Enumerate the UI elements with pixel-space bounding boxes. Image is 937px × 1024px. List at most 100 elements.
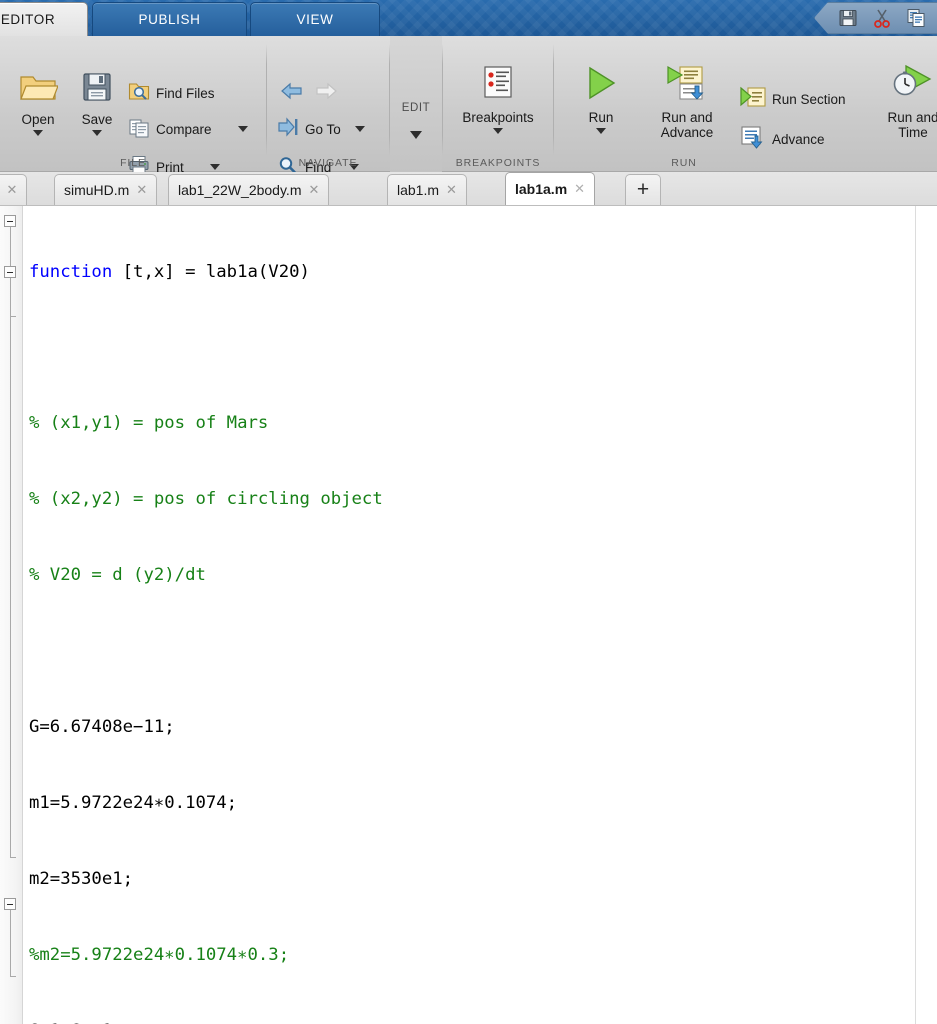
- copy-icon[interactable]: [905, 7, 927, 29]
- code-line[interactable]: [23, 639, 85, 664]
- arrow-right-icon: [313, 81, 339, 106]
- code-line[interactable]: %m2=5.9722e24∗0.1074∗0.3;: [23, 943, 85, 968]
- close-icon[interactable]: ✕: [446, 182, 457, 198]
- ribbon-group-run: Run Run and: [554, 36, 937, 172]
- ribbon-group-run-label: RUN: [554, 157, 814, 169]
- ribbon-group-breakpoints: Breakpoints BREAKPOINTS: [443, 36, 553, 172]
- file-tab-label: lab1a.m: [515, 181, 567, 197]
- fold-range-end: [10, 976, 16, 977]
- chevron-down-icon[interactable]: [92, 130, 102, 136]
- go-to-button[interactable]: Go To: [277, 116, 365, 142]
- chevron-down-icon[interactable]: [238, 126, 248, 132]
- floppy-disk-icon: [80, 70, 114, 109]
- compare-label: Compare: [156, 122, 212, 137]
- run-button[interactable]: Run: [570, 64, 632, 134]
- code-line[interactable]: % (x2,y2) = pos of circling object: [23, 487, 85, 512]
- file-tab-label: lab1_22W_2body.m: [178, 182, 301, 198]
- code-token-comment: % (x1,y1) = pos of Mars: [29, 411, 268, 436]
- fold-range-end: [10, 316, 16, 317]
- fold-toggle-function-lab1a[interactable]: [4, 215, 16, 227]
- ribbon-group-navigate: Go To Find NAVIGATE: [267, 36, 389, 172]
- ribbon-group-edit[interactable]: EDIT: [390, 36, 442, 172]
- ribbon-group-navigate-label: NAVIGATE: [267, 157, 389, 169]
- folder-open-icon: [18, 70, 58, 109]
- ribbon-tab-view-label: VIEW: [297, 12, 334, 27]
- save-button[interactable]: Save: [68, 70, 126, 136]
- fold-toggle-comment-block[interactable]: [4, 266, 16, 278]
- fold-range-end: [10, 857, 16, 858]
- run-and-time-button[interactable]: Run and Time: [865, 64, 937, 140]
- code-line[interactable]: m2=3530e1;: [23, 867, 85, 892]
- right-margin-indicator: [915, 206, 916, 1024]
- breakpoints-button[interactable]: Breakpoints: [443, 64, 553, 134]
- ribbon-group-file-label: FILE: [0, 157, 266, 169]
- run-and-advance-icon: [666, 64, 708, 107]
- find-files-button[interactable]: Find Files: [128, 80, 215, 106]
- forward-button[interactable]: [313, 80, 339, 106]
- compare-icon: [128, 116, 150, 143]
- code-line[interactable]: function [t,x] = lab1a(V20): [23, 260, 85, 285]
- open-button[interactable]: Open: [8, 70, 68, 136]
- file-tab-simuhd[interactable]: simuHD.m ✕: [54, 174, 157, 205]
- code-line[interactable]: % V20 = d (y2)/dt: [23, 563, 85, 588]
- run-and-advance-label: Run and Advance: [661, 110, 714, 140]
- code-token-comment: % (x2,y2) = pos of circling object: [29, 487, 383, 512]
- fold-range-line: [10, 227, 11, 857]
- code-line[interactable]: [23, 335, 85, 360]
- save-icon[interactable]: [837, 7, 859, 29]
- close-icon[interactable]: ✕: [574, 181, 585, 197]
- go-to-label: Go To: [305, 122, 341, 137]
- chevron-down-icon[interactable]: [355, 126, 365, 132]
- ribbon-tab-view[interactable]: VIEW: [250, 2, 380, 36]
- ribbon-tab-strip: EDITOR PUBLISH VIEW: [0, 0, 937, 36]
- advance-button[interactable]: Advance: [740, 126, 825, 152]
- advance-label: Advance: [772, 132, 825, 147]
- cut-icon[interactable]: [871, 7, 893, 29]
- close-icon[interactable]: ✕: [6, 182, 17, 198]
- run-section-label: Run Section: [772, 92, 846, 107]
- file-tab-lab1-22w-2body[interactable]: lab1_22W_2body.m ✕: [168, 174, 329, 205]
- file-tab-d5[interactable]: D5.m ✕: [0, 174, 27, 205]
- chevron-down-icon[interactable]: [493, 128, 503, 134]
- advance-icon: [740, 125, 766, 154]
- breakpoints-label: Breakpoints: [462, 110, 533, 125]
- run-section-icon: [740, 85, 766, 114]
- chevron-down-icon[interactable]: [596, 128, 606, 134]
- breakpoints-icon: [479, 64, 517, 107]
- ribbon-tab-editor[interactable]: EDITOR: [0, 2, 88, 36]
- chevron-down-icon[interactable]: [410, 131, 422, 139]
- code-line[interactable]: G=6.67408e−11;: [23, 715, 85, 740]
- run-and-time-icon: [890, 64, 936, 107]
- document-tab-bar: D5.m ✕ simuHD.m ✕ lab1_22W_2body.m ✕ lab…: [0, 172, 937, 206]
- close-icon[interactable]: ✕: [308, 182, 319, 198]
- fold-toggle-function-d[interactable]: [4, 898, 16, 910]
- editor-gutter[interactable]: [0, 206, 23, 1024]
- close-icon[interactable]: ✕: [136, 182, 147, 198]
- file-tab-lab1a[interactable]: lab1a.m ✕: [505, 172, 595, 205]
- code-token-keyword: function: [29, 262, 112, 282]
- compare-button[interactable]: Compare: [128, 116, 248, 142]
- quick-access-toolbar: [814, 2, 937, 34]
- new-file-tab-button[interactable]: +: [625, 174, 661, 205]
- ribbon-toolbar: Open Save: [0, 36, 937, 172]
- fold-range-line: [10, 910, 11, 976]
- code-line[interactable]: % (x1,y1) = pos of Mars: [23, 411, 85, 436]
- ribbon-tab-publish[interactable]: PUBLISH: [92, 2, 247, 36]
- code-token-comment: % V20 = d (y2)/dt: [29, 563, 206, 588]
- run-section-button[interactable]: Run Section: [740, 86, 846, 112]
- file-tab-label: simuHD.m: [64, 182, 129, 198]
- ribbon-group-breakpoints-label: BREAKPOINTS: [443, 157, 553, 169]
- code-text[interactable]: function [t,x] = lab1a(V20) % (x1,y1) = …: [23, 206, 85, 1024]
- run-and-advance-button[interactable]: Run and Advance: [639, 64, 735, 140]
- arrow-left-icon: [279, 81, 305, 106]
- file-tab-lab1[interactable]: lab1.m ✕: [387, 174, 467, 205]
- chevron-down-icon[interactable]: [33, 130, 43, 136]
- code-line[interactable]: Gm1=G∗m1;: [23, 1019, 85, 1024]
- run-button-label: Run: [589, 110, 614, 125]
- code-line[interactable]: m1=5.9722e24∗0.1074;: [23, 791, 85, 816]
- back-button[interactable]: [279, 80, 305, 106]
- play-icon: [580, 64, 622, 107]
- code-editor-pane[interactable]: function [t,x] = lab1a(V20) % (x1,y1) = …: [0, 206, 937, 1024]
- save-button-label: Save: [82, 112, 113, 127]
- run-and-time-label: Run and Time: [887, 110, 937, 140]
